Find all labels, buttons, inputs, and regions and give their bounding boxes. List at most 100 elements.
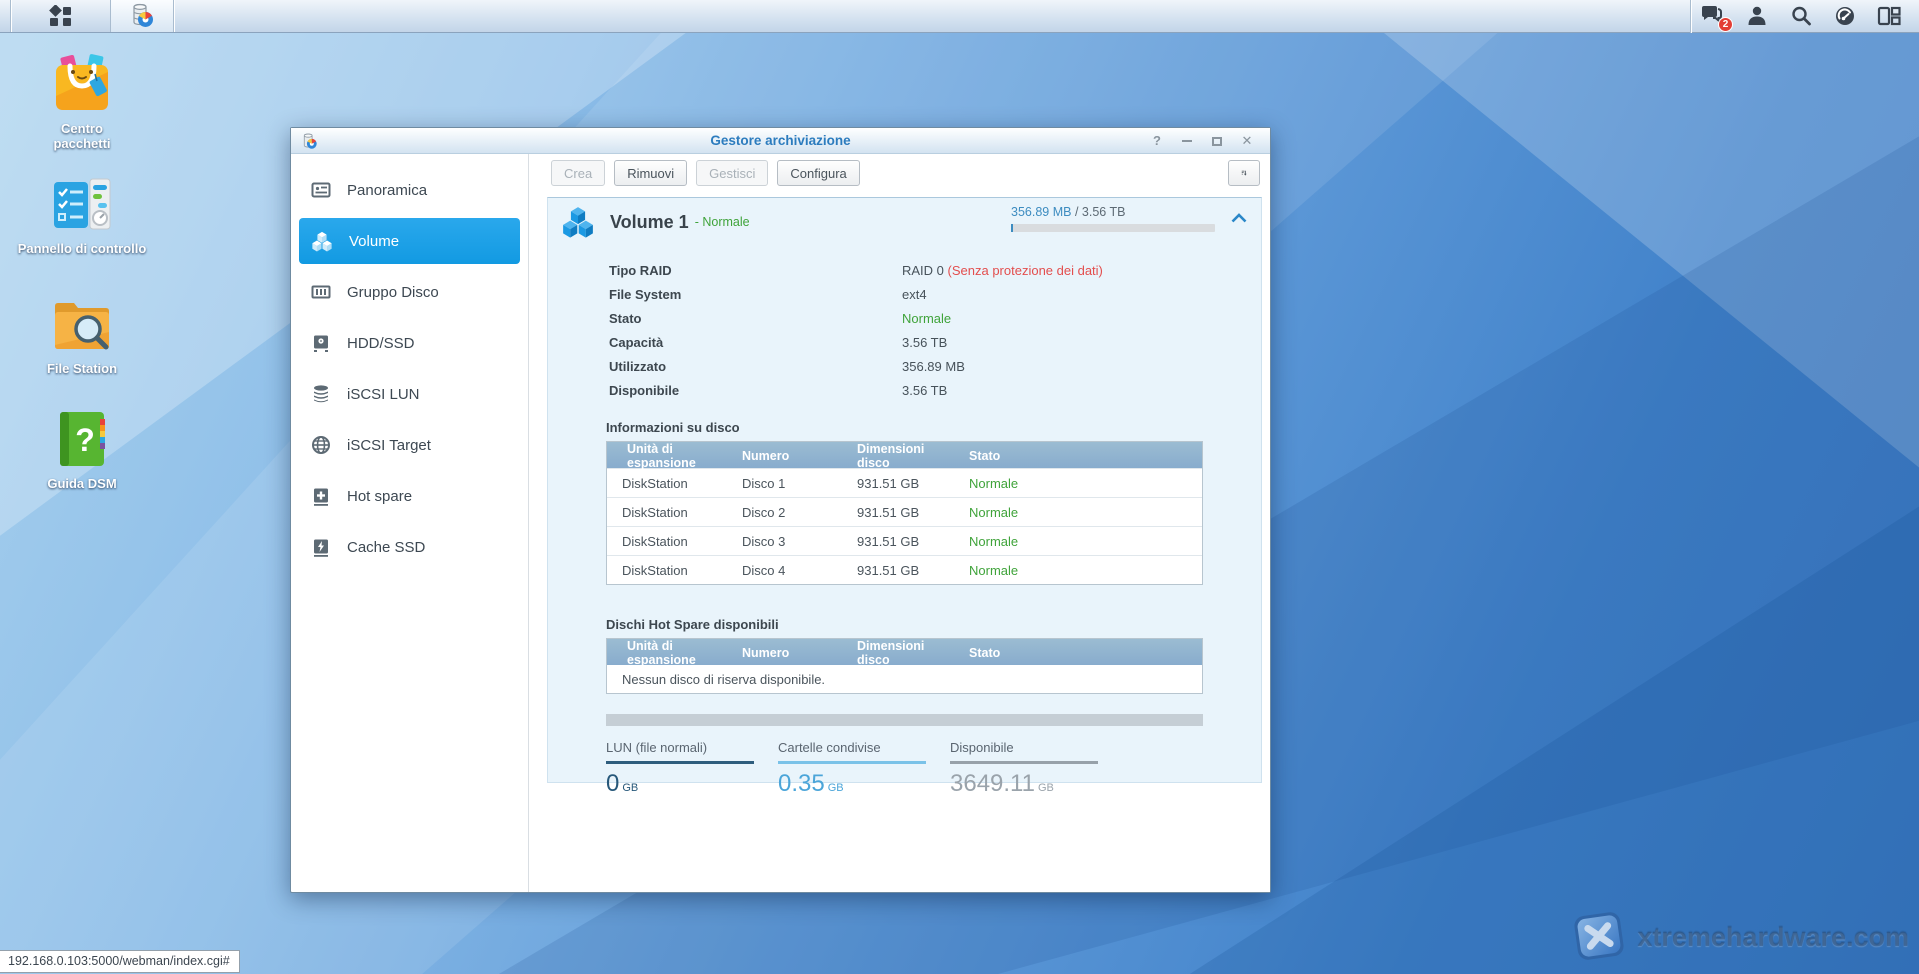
sort-list-button[interactable] [1228,160,1260,186]
cell-status: Normale [954,563,1202,578]
stat-underline [606,761,754,764]
col-size: Dimensioni disco [842,639,954,667]
hdd-icon [311,333,331,353]
sidebar-item-label: iSCSI Target [347,437,431,454]
sidebar-item-label: Gruppo Disco [347,284,439,301]
table-header: Unità di espansione Numero Dimensioni di… [607,639,1202,665]
gauge-icon [1834,5,1856,27]
capacity-bar [606,714,1203,726]
detail-row: Capacità 3.56 TB [609,330,1261,354]
content-area: Crea Rimuovi Gestisci Configura [529,154,1270,892]
table-row[interactable]: DiskStation Disco 4 931.51 GB Normale [607,555,1202,584]
col-status: Stato [954,646,1202,660]
table-row[interactable]: DiskStation Disco 2 931.51 GB Normale [607,497,1202,526]
desktop-icon-control-panel[interactable]: Pannello di controllo [7,172,157,256]
window-titlebar[interactable]: Gestore archiviazione ? ✕ [291,128,1270,154]
detail-row: Utilizzato 356.89 MB [609,354,1261,378]
sidebar-item-cache-ssd[interactable]: Cache SSD [299,524,520,570]
sidebar-item-iscsi-lun[interactable]: iSCSI LUN [299,371,520,417]
sidebar-item-panoramica[interactable]: Panoramica [299,167,520,213]
stat-lun: LUN (file normali) 0GB [606,740,754,798]
window-controls: ? ✕ [1150,128,1254,154]
volume-cubes-icon [311,230,333,252]
cell-size: 931.51 GB [842,505,954,520]
detail-row: Tipo RAID RAID 0 (Senza protezione dei d… [609,258,1261,282]
help-button[interactable]: ? [1150,128,1164,154]
stat-available: Disponibile 3649.11GB [950,740,1098,798]
empty-row: Nessun disco di riserva disponibile. [607,665,1202,693]
cell-size: 931.51 GB [842,476,954,491]
disk-info-title: Informazioni su disco [606,420,1261,435]
minimize-button[interactable] [1180,140,1194,142]
window-title: Gestore archiviazione [291,133,1270,148]
hot-spare-icon [311,486,331,506]
usage-separator: / [1071,205,1081,219]
system-health-button[interactable] [1823,0,1867,33]
cell-unit: DiskStation [607,476,727,491]
main-menu-button[interactable] [11,0,110,32]
manage-button: Gestisci [696,160,768,186]
configure-button[interactable]: Configura [777,160,859,186]
status-separator: - [695,215,699,229]
taskbar-divider [173,0,174,32]
volume-name: Volume 1 [610,212,689,233]
maximize-button[interactable] [1210,137,1224,146]
cell-unit: DiskStation [607,505,727,520]
cell-unit: DiskStation [607,563,727,578]
sidebar-item-iscsi-target[interactable]: iSCSI Target [299,422,520,468]
detail-label: Tipo RAID [609,263,902,278]
taskbar: 2 [0,0,1919,33]
disk-group-icon [311,282,331,302]
collapse-chevron-icon[interactable] [1231,213,1247,223]
notifications-button[interactable]: 2 [1691,0,1735,33]
pilot-view-button[interactable] [1867,0,1911,33]
notification-badge: 2 [1718,17,1733,32]
desktop-icon-package-center[interactable]: Centro pacchetti [7,52,157,151]
cell-status: Normale [954,534,1202,549]
sidebar-item-gruppo-disco[interactable]: Gruppo Disco [299,269,520,315]
desktop-icon-dsm-help[interactable]: ? Guida DSM [7,407,157,491]
desktop-icon-file-station[interactable]: File Station [7,292,157,376]
detail-value: 3.56 TB [902,335,947,350]
watermark-logo [1571,910,1629,964]
stat-shared-folders: Cartelle condivise 0.35GB [778,740,926,798]
close-button[interactable]: ✕ [1240,128,1254,154]
remove-button[interactable]: Rimuovi [614,160,687,186]
stat-underline [778,761,926,764]
detail-label: Capacità [609,335,902,350]
content-toolbar: Crea Rimuovi Gestisci Configura [529,154,1270,192]
stat-label: LUN (file normali) [606,740,754,758]
watermark-text: xtremehardware.com [1637,922,1909,953]
detail-label: Utilizzato [609,359,902,374]
globe-icon [311,435,331,455]
desktop-icon-label: Pannello di controllo [7,241,157,256]
hotspare-title: Dischi Hot Spare disponibili [606,617,1261,632]
detail-value: 356.89 MB [902,359,965,374]
dsm-help-icon: ? [50,407,114,471]
cell-size: 931.51 GB [842,534,954,549]
sidebar-item-hot-spare[interactable]: Hot spare [299,473,520,519]
taskbar-storage-manager-button[interactable] [111,0,173,32]
sidebar-item-label: HDD/SSD [347,335,415,352]
user-menu-button[interactable] [1735,0,1779,33]
table-header: Unità di espansione Numero Dimensioni di… [607,442,1202,468]
package-center-icon [50,52,114,116]
table-row[interactable]: DiskStation Disco 1 931.51 GB Normale [607,468,1202,497]
stat-unit: GB [1038,782,1054,794]
table-row[interactable]: DiskStation Disco 3 931.51 GB Normale [607,526,1202,555]
usage-progressbar [1011,224,1215,232]
sidebar: Panoramica Volume [291,154,529,892]
usage-total: 3.56 TB [1082,205,1126,219]
volume-details: Tipo RAID RAID 0 (Senza protezione dei d… [609,258,1261,402]
sidebar-item-volume[interactable]: Volume [299,218,520,264]
detail-value: RAID 0 (Senza protezione dei dati) [902,263,1103,278]
storage-manager-icon [129,3,155,29]
cell-size: 931.51 GB [842,563,954,578]
cell-number: Disco 2 [727,505,842,520]
sidebar-item-hdd-ssd[interactable]: HDD/SSD [299,320,520,366]
desktop-icon-label: File Station [7,361,157,376]
search-button[interactable] [1779,0,1823,33]
stat-label: Disponibile [950,740,1098,758]
volume-header[interactable]: Volume 1 - Normale 356.89 MB / 3.56 TB [548,198,1261,246]
stat-value: 3649.11 [950,770,1035,797]
